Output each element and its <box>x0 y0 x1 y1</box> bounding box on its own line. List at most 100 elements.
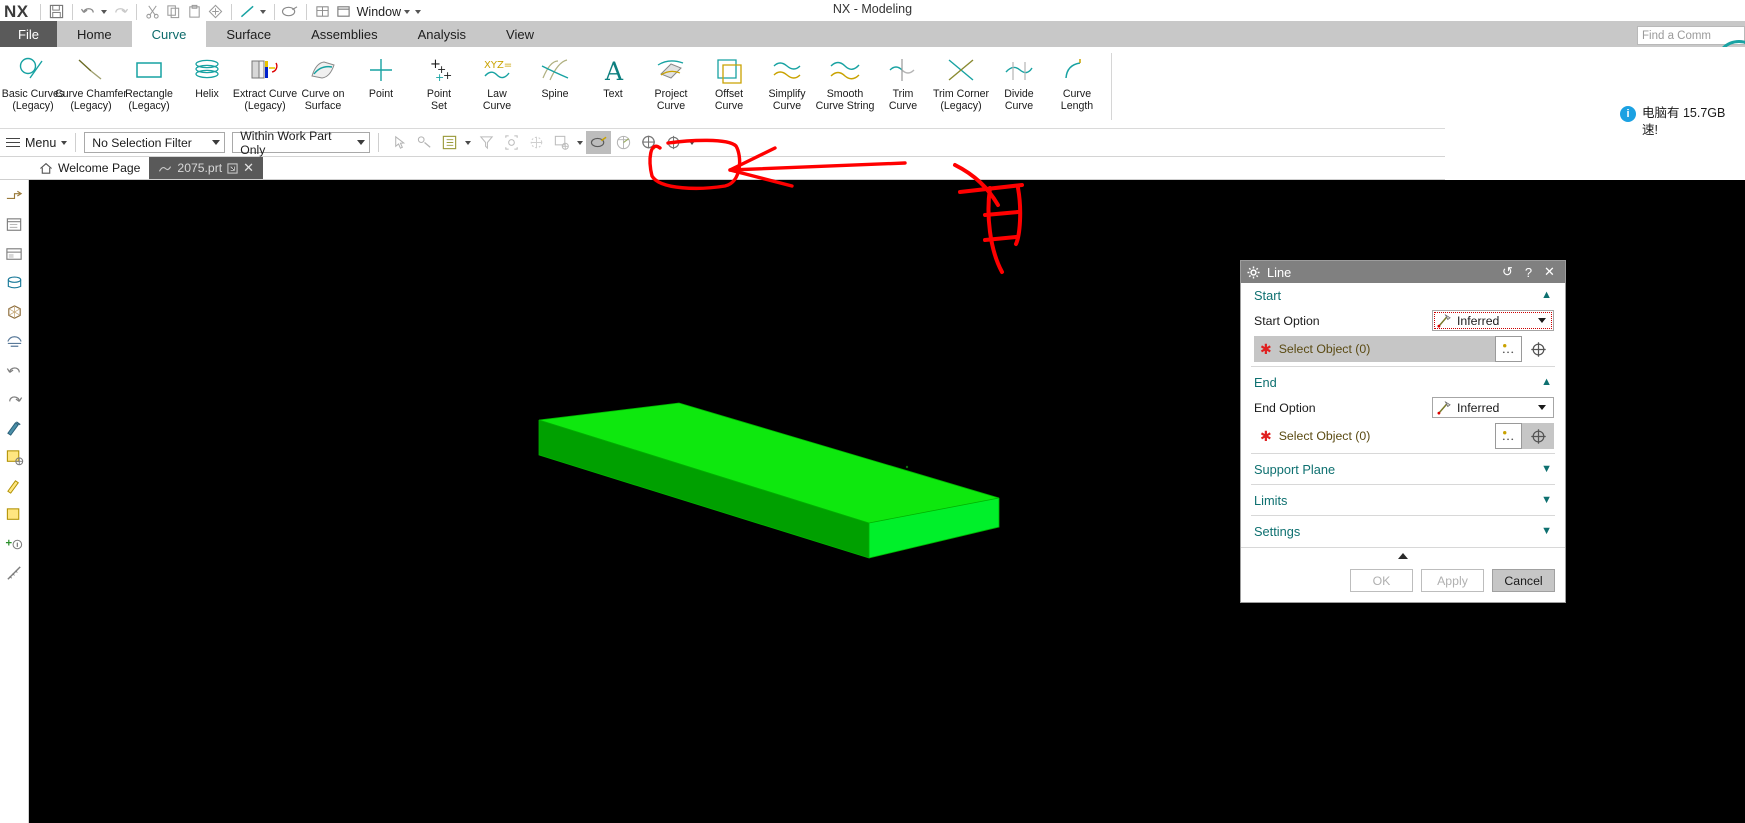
start-select-object[interactable]: ✱ Select Object (0) <box>1254 336 1495 362</box>
move-object-icon[interactable] <box>205 2 226 22</box>
snap-point-2-icon[interactable] <box>661 131 686 154</box>
close-icon[interactable]: ✕ <box>243 161 254 174</box>
end-select-object-row[interactable]: ✱ Select Object (0) <box>1254 423 1554 449</box>
redo-icon[interactable] <box>110 2 131 22</box>
filter-icon[interactable] <box>474 131 499 154</box>
ok-button[interactable]: OK <box>1350 569 1413 592</box>
end-option-dropdown[interactable]: Inferred <box>1432 397 1554 418</box>
scope-combo[interactable]: Within Work Part Only <box>232 129 371 157</box>
start-point-dialog-button[interactable] <box>1495 336 1522 362</box>
plus-info-icon[interactable] <box>2 532 27 557</box>
group-header-start[interactable]: Start ▲ <box>1241 283 1565 307</box>
tab-home[interactable]: Home <box>57 21 132 47</box>
chevron-down-icon[interactable] <box>1534 310 1550 331</box>
tab-analysis[interactable]: Analysis <box>398 21 486 47</box>
assembly-navigator-icon[interactable] <box>2 184 27 209</box>
ribbon-text[interactable]: A Text <box>584 47 642 101</box>
window-icon[interactable] <box>333 2 354 22</box>
ribbon-extract-curve-legacy[interactable]: Extract Curve (Legacy) <box>233 47 297 112</box>
cancel-button[interactable]: Cancel <box>1492 569 1555 592</box>
ribbon-spine[interactable]: Spine <box>526 47 584 101</box>
group-header-settings[interactable]: Settings ▼ <box>1241 519 1565 543</box>
dialog-collapse-toggle[interactable] <box>1241 547 1565 563</box>
reuse-library-icon[interactable] <box>2 271 27 296</box>
end-point-constructor-button[interactable] <box>1522 423 1554 449</box>
window-dropdown-caret[interactable] <box>401 2 412 22</box>
cut-icon[interactable] <box>142 2 163 22</box>
ribbon-divide-curve[interactable]: Divide Curve <box>990 47 1048 112</box>
end-select-object[interactable]: ✱ Select Object (0) <box>1254 423 1495 449</box>
line-dialog[interactable]: Line ↺ ? ✕ Start ▲ Start Option Inferred… <box>1240 260 1566 603</box>
customize-icon[interactable] <box>2 503 27 528</box>
highlight-toggle-icon[interactable] <box>586 131 612 154</box>
window-menu-label[interactable]: Window <box>357 5 401 19</box>
select-general-icon[interactable] <box>387 131 412 154</box>
green-block-model[interactable] <box>499 395 1019 580</box>
layout-icon[interactable] <box>312 2 333 22</box>
face-select-icon[interactable] <box>499 131 524 154</box>
ribbon-point-set[interactable]: + + + + Point Set <box>410 47 468 112</box>
ribbon-project-curve[interactable]: Project Curve <box>642 47 700 112</box>
doc-tab-2075-prt[interactable]: 2075.prt ✕ <box>149 157 264 179</box>
web-browser-icon[interactable] <box>2 329 27 354</box>
history-icon[interactable] <box>2 358 27 383</box>
undo-dropdown-caret[interactable] <box>99 2 110 22</box>
ribbon-simplify-curve[interactable]: Simplify Curve <box>758 47 816 112</box>
box-select-caret[interactable] <box>574 131 586 154</box>
component-select-icon[interactable] <box>524 131 549 154</box>
chevron-down-icon[interactable] <box>1534 397 1550 418</box>
ribbon-smooth-curve-string[interactable]: Smooth Curve String <box>816 47 874 112</box>
tab-assemblies[interactable]: Assemblies <box>291 21 397 47</box>
group-header-end[interactable]: End ▲ <box>1241 370 1565 394</box>
line-dropdown-caret[interactable] <box>258 2 269 22</box>
tab-surface[interactable]: Surface <box>206 21 291 47</box>
qat-more-caret[interactable] <box>412 2 423 22</box>
help-button[interactable]: ? <box>1519 262 1538 282</box>
selection-filter-combo[interactable]: No Selection Filter <box>84 132 226 153</box>
menu-button[interactable]: Menu <box>6 135 68 150</box>
system-scene-icon[interactable] <box>2 474 27 499</box>
doc-tab-welcome-page[interactable]: Welcome Page <box>30 157 149 179</box>
class-selection-caret[interactable] <box>462 131 474 154</box>
tab-curve[interactable]: Curve <box>131 21 207 47</box>
ribbon-curve-on-surface[interactable]: Curve on Surface <box>294 47 352 112</box>
ribbon-curve-length[interactable]: Curve Length <box>1048 47 1106 112</box>
end-point-dialog-button[interactable] <box>1495 423 1522 449</box>
select-feature-icon[interactable] <box>412 131 437 154</box>
ribbon-trim-corner-legacy[interactable]: Trim Corner (Legacy) <box>932 47 990 112</box>
group-header-limits[interactable]: Limits ▼ <box>1241 488 1565 512</box>
start-point-constructor-button[interactable] <box>1522 336 1554 362</box>
undo-icon[interactable] <box>78 2 99 22</box>
process-studio-icon[interactable] <box>2 387 27 412</box>
group-header-support-plane[interactable]: Support Plane ▼ <box>1241 457 1565 481</box>
constraint-navigator-icon[interactable] <box>2 213 27 238</box>
paste-icon[interactable] <box>184 2 205 22</box>
measure-icon[interactable] <box>2 561 27 586</box>
role-advanced-icon[interactable] <box>2 416 27 441</box>
box-select-icon[interactable] <box>549 131 574 154</box>
snap-point-icon[interactable] <box>636 131 661 154</box>
ribbon-curve-chamfer-legacy[interactable]: Curve Chamfer (Legacy) <box>55 47 127 112</box>
role-essentials-icon[interactable] <box>2 445 27 470</box>
copy-icon[interactable] <box>163 2 184 22</box>
ribbon-trim-curve[interactable]: Trim Curve <box>874 47 932 112</box>
apply-button[interactable]: Apply <box>1421 569 1484 592</box>
start-select-object-row[interactable]: ✱ Select Object (0) <box>1254 336 1554 362</box>
snap-point-caret[interactable] <box>686 131 698 154</box>
line-icon[interactable] <box>237 2 258 22</box>
close-button[interactable]: ✕ <box>1540 262 1559 282</box>
render-style-icon[interactable] <box>280 2 301 22</box>
ribbon-point[interactable]: Point <box>352 47 410 101</box>
tab-view[interactable]: View <box>486 21 554 47</box>
start-option-dropdown[interactable]: Inferred <box>1432 310 1554 331</box>
tab-file[interactable]: File <box>0 21 57 47</box>
ribbon-basic-curves-legacy[interactable]: Basic Curves (Legacy) <box>2 47 64 112</box>
save-icon[interactable] <box>46 2 67 22</box>
class-selection-icon[interactable] <box>437 131 462 154</box>
ribbon-offset-curve[interactable]: Offset Curve <box>700 47 758 112</box>
section-view-icon[interactable] <box>611 131 636 154</box>
ribbon-helix[interactable]: Helix <box>178 47 236 101</box>
ribbon-law-curve[interactable]: XYZ= Law Curve <box>468 47 526 112</box>
part-navigator-icon[interactable] <box>2 242 27 267</box>
reset-button[interactable]: ↺ <box>1498 262 1517 282</box>
